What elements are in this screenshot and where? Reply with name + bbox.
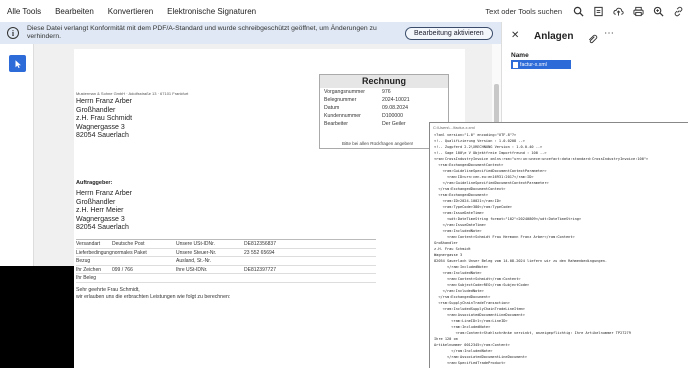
menu-bar: Alle Tools Bearbeiten Konvertieren Elekt… — [0, 0, 688, 22]
zoom-icon[interactable] — [650, 3, 666, 19]
invoice-title: Rechnung — [320, 75, 448, 88]
print-icon[interactable] — [630, 3, 646, 19]
name-column-header: Name — [511, 52, 529, 59]
xml-line: <ram:IncludedNote> — [434, 325, 491, 329]
search-tools-label[interactable]: Text oder Tools suchen — [485, 7, 562, 16]
xml-line: <ram:Content>Schmidt Frau Hermann Franz … — [434, 235, 575, 239]
xml-line: Artikelnummer 0012345</ram:Content> — [434, 343, 510, 347]
attachment-filename: factur-x.xml — [520, 61, 547, 68]
table-row: Lieferbedingung normales Paket Unsere Steu… — [76, 249, 376, 257]
xml-line: <ram:ID>2024-10021</ram:ID> — [434, 199, 502, 203]
attachments-title: Anlagen — [534, 31, 574, 42]
recipient-address: Herrn Franz Arber Großhandler z.H. Frau … — [76, 98, 132, 141]
xml-line: <!-- Sage 100\e V Objektfreie Importfreu… — [434, 151, 547, 155]
client-line: Herrn Franz Arber — [76, 190, 133, 197]
xml-line: <ram:GuidelineSpecifiedDocumentContextPa… — [434, 169, 547, 173]
xml-line: <ram:LineID>1</ram:LineID> — [434, 319, 508, 323]
app-window: Alle Tools Bearbeiten Konvertieren Elekt… — [0, 0, 688, 368]
xml-line: <ram:Content>Stahlschränke verzinkt, anz… — [434, 331, 631, 335]
table-row: Ihr Zeichen 099 / 766 Ihre USt-IDNr. DE8123… — [76, 266, 376, 274]
xml-line: </ram:IncludedNote> — [434, 349, 493, 353]
xml-line: <!-- Qualifizierung Version : 1.0.0208 -… — [434, 139, 525, 143]
xml-line: <udt:DateTimeString format="102">2024080… — [434, 217, 582, 221]
xml-line: </ram:IncludedNote> — [434, 289, 484, 293]
client-label: Auftraggeber: — [76, 180, 113, 186]
file-icon — [513, 61, 518, 68]
page-icon[interactable] — [590, 3, 606, 19]
link-icon[interactable] — [670, 3, 686, 19]
close-icon[interactable]: ✕ — [511, 30, 519, 41]
client-address: Herrn Franz Arber Großhandler z.H. Herr … — [76, 190, 132, 233]
xml-line: </ram:AssociatedDocumentLineDocument> — [434, 355, 528, 359]
client-line: Wagnergasse 3 — [76, 215, 125, 223]
xml-line: z.H. Frau Schmidt — [434, 247, 471, 251]
search-icon[interactable] — [570, 3, 586, 19]
shipping-info-table: Versandart Deutsche Post Unsere USt-IDNr. D… — [76, 239, 376, 283]
table-row: Bezug Ausland, St.-Nr. — [76, 257, 376, 266]
select-pointer-icon[interactable] — [9, 55, 26, 72]
client-line: Großhandler — [76, 198, 116, 206]
attachments-panel: ✕ Anlagen ⋯ Name factur-x.xml — [501, 22, 688, 126]
invoice-row: Vorgangsnummer 976 — [324, 89, 391, 95]
info-icon: i — [7, 27, 19, 39]
menu-e-signatures[interactable]: Elektronische Signaturen — [160, 7, 263, 16]
recipient-line: Großhandler — [76, 106, 116, 114]
xml-line: </ram:GuidelineSpecifiedDocumentContextP… — [434, 181, 549, 185]
invoice-row: Belegnummer 2024-10021 — [324, 97, 410, 103]
xml-window-title: C:\Users\...\factur-x.xml — [433, 125, 475, 130]
menu-convert[interactable]: Konvertieren — [101, 7, 160, 16]
attachment-item[interactable]: factur-x.xml — [511, 60, 571, 69]
menu-all-tools[interactable]: Alle Tools — [0, 7, 48, 16]
xml-line: </ram:IssueDateTime> — [434, 223, 486, 227]
xml-line: <rsm:SupplyChainTradeTransaction> — [434, 301, 510, 305]
more-options-icon[interactable]: ⋯ — [604, 28, 615, 39]
xml-line: <ram:IncludedNote> — [434, 271, 482, 275]
xml-line: 82054 Sauerlach Unser Beleg vom 14.08.20… — [434, 259, 608, 263]
xml-line: <rsm:ExchangedDocumentContext> — [434, 163, 504, 167]
invoice-box-footer: Bitte bei allen Rückfragen angeben! — [342, 141, 414, 146]
recipient-line: 82054 Sauerlach — [76, 132, 129, 139]
menu-edit[interactable]: Bearbeiten — [48, 7, 101, 16]
pdf-page: Musterman & Sohne GmbH · Adolfsstraße 13… — [74, 49, 465, 368]
xml-viewer-window[interactable]: C:\Users\...\factur-x.xml <?xml version=… — [429, 122, 688, 368]
xml-line: Ihre 120 cm — [434, 337, 458, 341]
xml-line: <rsm:CrossIndustryInvoice xmlns:rsm="urn… — [434, 157, 649, 161]
greeting-line: wir erlauben uns die erbrachten Leistung… — [76, 294, 231, 300]
xml-line: <ram:IssueDateTime> — [434, 211, 484, 215]
attach-file-icon[interactable] — [587, 32, 598, 44]
client-line: 82054 Sauerlach — [76, 224, 129, 231]
invoice-row: Datum 09.08.2024 — [324, 105, 408, 111]
xml-line: </rsm:ExchangedDocumentContext> — [434, 187, 506, 191]
left-tool-rail — [0, 44, 34, 266]
xml-line: <ram:TypeCode>380</ram:TypeCode> — [434, 205, 512, 209]
banner-message: Diese Datei verlangt Konformität mit dem… — [27, 25, 377, 40]
xml-line: <ram:IncludedSupplyChainTradeLineItem> — [434, 307, 525, 311]
recipient-line: Wagnergasse 3 — [76, 123, 125, 131]
xml-line: <ram:AssociatedDocumentLineDocument> — [434, 313, 525, 317]
recipient-line: Herrn Franz Arber — [76, 98, 133, 105]
xml-line: <ram:Content>Schmidt</ram:Content> — [434, 277, 521, 281]
cloud-upload-icon[interactable] — [610, 3, 626, 19]
xml-line: <ram:SubjectCode>REG</ram:SubjectCode> — [434, 283, 530, 287]
xml-line: <!-- Zugpferd 2.2\XRECHNUNG Version : 1.… — [434, 145, 543, 149]
xml-line: Großhandler — [434, 241, 458, 245]
xml-line: <ram:IncludedNote> — [434, 229, 482, 233]
greeting-line: Sehr geehrte Frau Schmidt, — [76, 287, 140, 293]
table-row: Ihr Beleg — [76, 274, 376, 283]
pdfa-info-banner: i Diese Datei verlangt Konformität mit d… — [0, 22, 501, 44]
xml-line: <ram:ID>urn:cen.eu:en16931:2017</ram:ID> — [434, 175, 534, 179]
table-row: Versandart Deutsche Post Unsere USt-IDNr. D… — [76, 240, 376, 249]
xml-line: </rsm:ExchangedDocument> — [434, 295, 491, 299]
enable-editing-button[interactable]: Bearbeitung aktivieren — [405, 26, 493, 40]
xml-line: Wagnergasse 3 — [434, 253, 463, 257]
xml-line: </ram:IncludedNote> — [434, 265, 489, 269]
letterhead-line: Musterman & Sohne GmbH · Adolfsstraße 13… — [76, 91, 189, 96]
xml-line: <ram:SpecifiedTradeProduct> — [434, 361, 506, 365]
invoice-row: Kundennummer D100000 — [324, 113, 404, 119]
xml-line: <?xml version="1.0" encoding="UTF-8"?> — [434, 133, 517, 137]
recipient-line: z.H. Frau Schmidt — [76, 115, 133, 122]
xml-line: <rsm:ExchangedDocument> — [434, 193, 489, 197]
client-line: z.H. Herr Meier — [76, 207, 124, 214]
